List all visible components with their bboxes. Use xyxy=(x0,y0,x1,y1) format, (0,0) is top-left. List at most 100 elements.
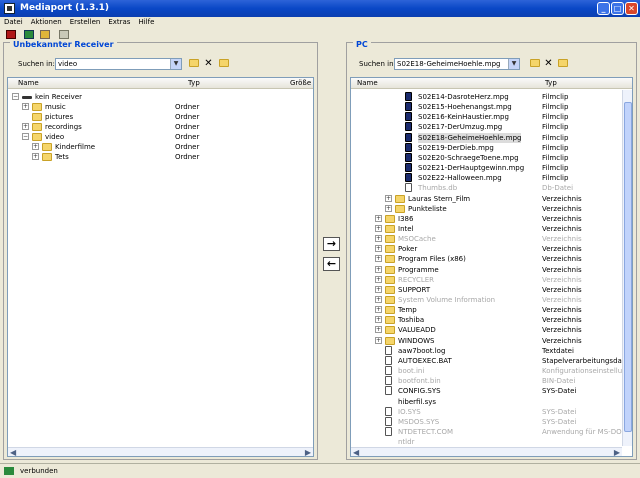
list-row[interactable]: aaw7boot.log Textdatei xyxy=(351,345,632,356)
folder-up-icon[interactable] xyxy=(188,58,199,69)
list-row[interactable]: + Toshiba Verzeichnis xyxy=(351,315,632,325)
list-row[interactable]: − video Ordner xyxy=(8,132,313,142)
list-row[interactable]: S02E15-Hoehenangst.mpg Filmclip xyxy=(351,102,632,112)
list-row[interactable]: + Tets Ordner xyxy=(8,152,313,162)
close-button[interactable]: ✕ xyxy=(625,2,638,15)
pc-location-combo[interactable]: S02E18-GeheimeHoehle.mpg ▼ xyxy=(394,58,520,70)
expand-icon[interactable]: + xyxy=(22,123,29,130)
list-row[interactable]: hiberfil.sys xyxy=(351,397,632,407)
pc-file-list[interactable]: Name Typ S02E14-DasroteHerz.mpg Filmclip S… xyxy=(350,77,633,457)
list-row[interactable]: Thumbs.db Db-Datei xyxy=(351,183,632,193)
expand-icon[interactable]: + xyxy=(375,235,382,243)
export-icon[interactable] xyxy=(40,30,50,39)
expand-icon[interactable]: + xyxy=(375,326,382,334)
import-icon[interactable] xyxy=(24,30,34,39)
scroll-right-icon[interactable]: ▶ xyxy=(614,448,620,456)
scrollbar-thumb[interactable] xyxy=(624,102,632,432)
list-row[interactable]: + Temp Verzeichnis xyxy=(351,305,632,315)
expand-icon[interactable]: + xyxy=(375,275,382,283)
list-row[interactable]: + VALUEADD Verzeichnis xyxy=(351,325,632,335)
list-row[interactable]: S02E21-DerHauptgewinn.mpg Filmclip xyxy=(351,163,632,173)
list-row[interactable]: + MSOCache Verzeichnis xyxy=(351,234,632,244)
list-row[interactable]: S02E20-SchraegeToene.mpg Filmclip xyxy=(351,152,632,163)
list-row[interactable]: S02E18-GeheimeHoehle.mpg Filmclip xyxy=(351,132,632,143)
list-row[interactable]: boot.ini Konfigurationseinstellungen xyxy=(351,366,632,376)
menu-aktionen[interactable]: Aktionen xyxy=(27,17,66,28)
list-row[interactable]: S02E16-KeinHaustier.mpg Filmclip xyxy=(351,112,632,122)
list-row[interactable]: CONFIG.SYS SYS-Datei xyxy=(351,386,632,396)
list-row[interactable]: MSDOS.SYS SYS-Datei xyxy=(351,416,632,427)
expand-icon[interactable]: + xyxy=(375,296,382,303)
device-icon[interactable] xyxy=(6,30,16,39)
maximize-button[interactable]: □ xyxy=(611,2,624,15)
horizontal-scrollbar[interactable]: ◀ ▶ xyxy=(8,447,313,456)
list-row[interactable]: + I386 Verzeichnis xyxy=(351,214,632,224)
list-row[interactable]: ntldr xyxy=(351,437,632,447)
expand-icon[interactable]: + xyxy=(385,194,392,202)
col-type[interactable]: Typ xyxy=(188,79,200,87)
menu-hilfe[interactable]: Hilfe xyxy=(134,17,158,28)
new-folder-icon[interactable] xyxy=(557,58,568,69)
list-row[interactable]: + SUPPORT Verzeichnis xyxy=(351,285,632,295)
copy-to-receiver-button[interactable]: ← xyxy=(323,257,340,271)
expand-icon[interactable]: + xyxy=(375,224,382,232)
receiver-file-list[interactable]: Name Typ Größe − kein Receiver + music Ordne… xyxy=(7,77,314,457)
col-type[interactable]: Typ xyxy=(545,79,557,87)
list-row[interactable]: + Poker Verzeichnis xyxy=(351,244,632,254)
expand-icon[interactable]: + xyxy=(32,143,39,150)
list-row[interactable]: AUTOEXEC.BAT Stapelverarbeitungsdatei für xyxy=(351,355,632,366)
folder-up-icon[interactable] xyxy=(529,58,540,69)
expand-icon[interactable]: + xyxy=(375,316,382,324)
list-row[interactable]: + recordings Ordner xyxy=(8,122,313,132)
list-row[interactable]: S02E22-Halloween.mpg Filmclip xyxy=(351,173,632,183)
list-row[interactable]: S02E14-DasroteHerz.mpg Filmclip xyxy=(351,92,632,102)
menu-erstellen[interactable]: Erstellen xyxy=(66,17,105,28)
menu-extras[interactable]: Extras xyxy=(104,17,134,28)
list-row[interactable]: + RECYCLER Verzeichnis xyxy=(351,275,632,285)
expand-icon[interactable]: + xyxy=(32,153,39,160)
list-row[interactable]: IO.SYS SYS-Datei xyxy=(351,406,632,417)
list-row[interactable]: + Kinderfilme Ordner xyxy=(8,142,313,152)
list-row[interactable]: + System Volume Information Verzeichnis xyxy=(351,295,632,305)
new-folder-icon[interactable] xyxy=(218,58,229,69)
list-row[interactable]: + Punkteliste Verzeichnis xyxy=(351,204,632,214)
chevron-down-icon[interactable]: ▼ xyxy=(508,59,519,69)
expand-icon[interactable]: + xyxy=(22,103,29,110)
horizontal-scrollbar[interactable]: ◀ ▶ xyxy=(351,447,622,456)
scroll-left-icon[interactable]: ◀ xyxy=(10,448,16,456)
copy-to-pc-button[interactable]: → xyxy=(323,237,340,251)
list-row[interactable]: + WINDOWS Verzeichnis xyxy=(351,336,632,346)
list-row[interactable]: + Program Files (x86) Verzeichnis xyxy=(351,254,632,264)
settings-icon[interactable] xyxy=(59,30,69,39)
expand-icon[interactable]: + xyxy=(375,306,382,314)
vertical-scrollbar[interactable] xyxy=(622,90,632,446)
list-row[interactable]: bootfont.bin BIN-Datei xyxy=(351,376,632,386)
list-row[interactable]: + Lauras Stern_Film Verzeichnis xyxy=(351,194,632,204)
expand-icon[interactable]: + xyxy=(375,214,382,222)
col-name[interactable]: Name xyxy=(18,79,39,87)
list-row[interactable]: NTDETECT.COM Anwendung für MS-DOS xyxy=(351,426,632,437)
delete-icon[interactable]: ✕ xyxy=(543,58,554,69)
minimize-button[interactable]: _ xyxy=(597,2,610,15)
col-name[interactable]: Name xyxy=(357,79,378,87)
chevron-down-icon[interactable]: ▼ xyxy=(170,59,181,69)
scroll-left-icon[interactable]: ◀ xyxy=(353,448,359,456)
expand-icon[interactable]: + xyxy=(375,255,382,263)
list-row[interactable]: S02E19-DerDieb.mpg Filmclip xyxy=(351,142,632,153)
expand-icon[interactable]: + xyxy=(375,245,382,253)
expand-icon[interactable]: + xyxy=(375,336,382,344)
menu-datei[interactable]: Datei xyxy=(0,17,27,28)
list-row[interactable]: + music Ordner xyxy=(8,102,313,112)
delete-icon[interactable]: ✕ xyxy=(203,58,214,69)
collapse-icon[interactable]: − xyxy=(22,133,29,140)
expand-icon[interactable]: + xyxy=(385,204,392,212)
collapse-icon[interactable]: − xyxy=(12,93,19,100)
expand-icon[interactable]: + xyxy=(375,285,382,293)
col-size[interactable]: Größe xyxy=(290,79,311,87)
list-row[interactable]: − kein Receiver xyxy=(8,92,313,102)
expand-icon[interactable]: + xyxy=(375,265,382,273)
list-row[interactable]: S02E17-DerUmzug.mpg Filmclip xyxy=(351,122,632,132)
list-row[interactable]: + Intel Verzeichnis xyxy=(351,224,632,234)
list-row[interactable]: + Programme Verzeichnis xyxy=(351,265,632,275)
scroll-right-icon[interactable]: ▶ xyxy=(305,448,311,456)
